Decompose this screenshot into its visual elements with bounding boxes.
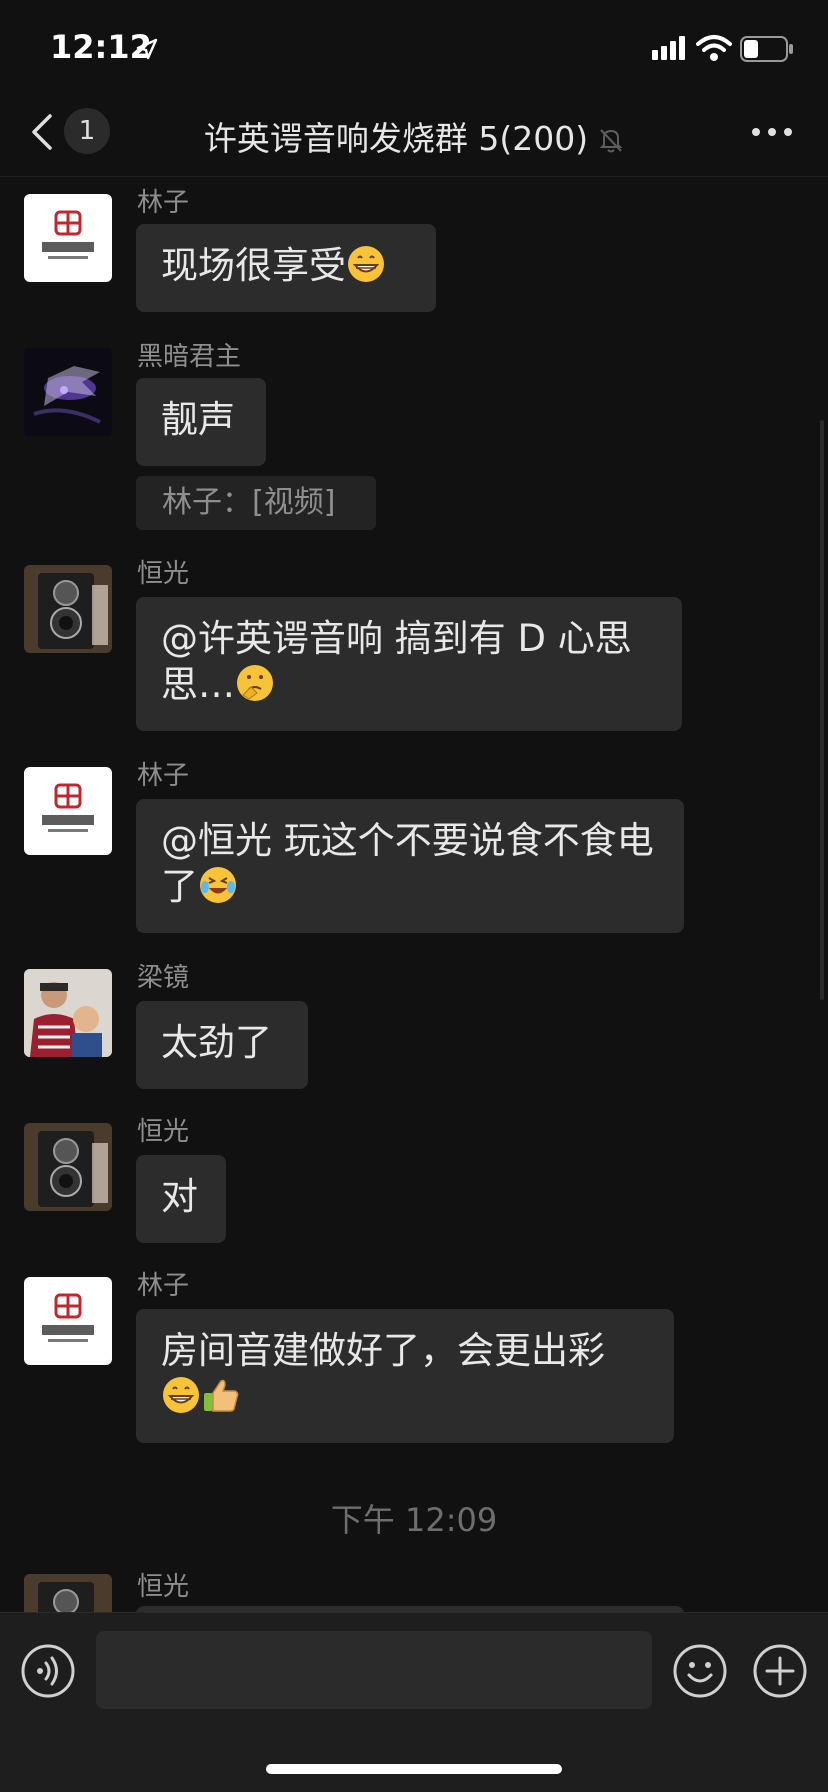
message-bubble[interactable]: 现场很享受 xyxy=(136,224,436,312)
sender-name: 林子 xyxy=(137,1271,190,1301)
wifi-icon xyxy=(696,35,732,61)
message-bubble[interactable]: 太劲了 xyxy=(136,1001,308,1089)
scroll-indicator[interactable] xyxy=(820,420,824,1000)
avatar-camera[interactable] xyxy=(24,1123,112,1211)
message-bubble[interactable]: @许英谔音响 搞到有 D 心思思… xyxy=(136,597,682,731)
more-options-icon[interactable] xyxy=(750,120,794,144)
avatar-logo[interactable] xyxy=(24,767,112,855)
avatar-camera[interactable] xyxy=(24,565,112,653)
voice-input-icon[interactable] xyxy=(20,1643,76,1699)
home-indicator[interactable] xyxy=(266,1764,562,1774)
sender-name: 恒光 xyxy=(137,559,190,589)
grin-emoji-icon xyxy=(163,1377,199,1413)
message-text: 房间音建做好了，会更出彩 xyxy=(161,1329,605,1372)
quoted-message[interactable]: 林子：[视频] xyxy=(136,476,376,530)
time-divider: 下午 12:09 xyxy=(330,1501,498,1539)
message-bubble[interactable]: @恒光 玩这个不要说食不食电了 xyxy=(136,799,684,933)
location-arrow-icon xyxy=(136,38,158,60)
message-bubble[interactable]: 房间音建做好了，会更出彩 xyxy=(136,1309,674,1443)
avatar-family-photo[interactable] xyxy=(24,969,112,1057)
message-text: @许英谔音响 搞到有 D 心思思… xyxy=(161,617,632,706)
avatar-logo[interactable] xyxy=(24,1277,112,1365)
status-bar: 12:12 xyxy=(0,0,828,100)
chat-nav-bar: 1 许英谔音响发烧群 5(200) xyxy=(0,100,828,177)
grin-emoji-icon xyxy=(348,246,384,282)
avatar-logo[interactable] xyxy=(24,194,112,282)
sender-name: 恒光 xyxy=(137,1117,190,1147)
chat-title-text: 许英谔音响发烧群 5(200) xyxy=(203,119,589,158)
chat-screen: 12:12 1 许英谔音响发烧群 5(200) 林子 现场很享受 黑暗君主 靓声… xyxy=(0,0,828,1792)
avatar-dark-creature[interactable] xyxy=(24,348,112,436)
message-bubble[interactable]: 靓声 xyxy=(136,378,266,466)
chat-title[interactable]: 许英谔音响发烧群 5(200) xyxy=(0,112,828,160)
sender-name: 林子 xyxy=(137,188,190,218)
message-text-input[interactable] xyxy=(96,1631,652,1709)
emoji-picker-icon[interactable] xyxy=(672,1643,728,1699)
sender-name: 黑暗君主 xyxy=(137,342,242,372)
mute-bell-icon xyxy=(599,129,623,153)
message-text: 靓声 xyxy=(161,398,235,441)
sender-name: 林子 xyxy=(137,761,190,791)
message-text: 现场很享受 xyxy=(161,244,346,287)
thumbs-up-emoji-icon xyxy=(204,1379,239,1412)
laugh-cry-emoji-icon xyxy=(200,867,236,903)
thinking-emoji-icon xyxy=(237,665,273,701)
message-text: 太劲了 xyxy=(161,1021,272,1064)
cellular-signal-icon xyxy=(652,36,685,60)
sender-name: 梁镜 xyxy=(137,963,190,993)
message-text: 对 xyxy=(161,1175,198,1218)
more-actions-plus-icon[interactable] xyxy=(752,1643,808,1699)
sender-name: 恒光 xyxy=(137,1572,190,1602)
message-bubble[interactable]: 对 xyxy=(136,1155,226,1243)
battery-icon xyxy=(740,36,793,62)
